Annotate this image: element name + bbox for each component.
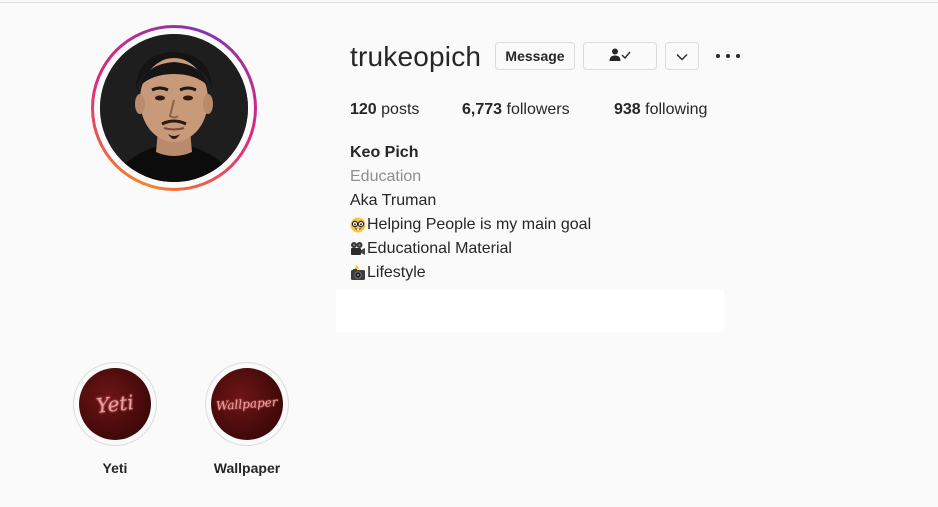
posts-number: 120 — [350, 101, 377, 118]
chevron-down-icon — [676, 48, 688, 64]
highlight-cover-text: Wallpaper — [215, 394, 279, 414]
bio-line: Educational Material — [350, 237, 591, 261]
video-camera-emoji-icon — [350, 241, 366, 257]
highlight-label: Wallpaper — [213, 460, 281, 476]
following-number: 938 — [614, 101, 641, 118]
bio-line-text: Helping People is my main goal — [367, 216, 592, 233]
followers-link[interactable]: 6,773 followers — [462, 101, 570, 119]
following-label: following — [645, 101, 708, 118]
bio-line-text: Educational Material — [367, 240, 512, 257]
highlight-label: Yeti — [102, 460, 128, 476]
person-check-icon — [609, 48, 631, 65]
highlight-cover-image: Yeti — [79, 368, 151, 440]
followers-label: followers — [506, 101, 570, 118]
profile-bio: Keo Pich Education Aka Truman Helping Pe… — [350, 141, 591, 285]
following-button[interactable] — [583, 42, 657, 70]
followers-number: 6,773 — [462, 101, 503, 118]
profile-avatar — [100, 34, 248, 182]
story-highlight-wallpaper[interactable]: Wallpaper Wallpaper — [205, 362, 289, 476]
top-divider — [0, 2, 938, 3]
message-button[interactable]: Message — [495, 42, 575, 70]
category-label: Education — [350, 168, 422, 185]
suggested-accounts-button[interactable] — [665, 42, 699, 70]
bio-line: Aka Truman — [350, 189, 591, 213]
highlight-cover-image: Wallpaper — [211, 368, 283, 440]
bio-line-text: Aka Truman — [350, 192, 437, 209]
bio-line: Lifestyle — [350, 261, 591, 285]
more-options-button[interactable] — [716, 48, 740, 64]
posts-label: posts — [381, 101, 420, 118]
posts-count: 120 posts — [350, 101, 419, 119]
bio-line: Helping People is my main goal — [350, 213, 591, 237]
more-dot-icon — [726, 54, 730, 58]
more-dot-icon — [736, 54, 740, 58]
profile-username: trukeopich — [350, 41, 482, 72]
bio-line-text: Lifestyle — [367, 264, 426, 281]
profile-avatar-ring[interactable] — [91, 25, 257, 191]
highlight-cover-ring: Wallpaper — [205, 362, 289, 446]
nerd-face-emoji-icon — [350, 217, 366, 233]
bio-link-area — [336, 289, 724, 332]
more-dot-icon — [716, 54, 720, 58]
camera-flash-emoji-icon — [350, 265, 366, 281]
highlight-cover-text: Yeti — [94, 390, 136, 418]
story-highlight-yeti[interactable]: Yeti Yeti — [73, 362, 157, 476]
following-link[interactable]: 938 following — [614, 101, 707, 119]
highlight-cover-ring: Yeti — [73, 362, 157, 446]
full-name: Keo Pich — [350, 144, 419, 161]
